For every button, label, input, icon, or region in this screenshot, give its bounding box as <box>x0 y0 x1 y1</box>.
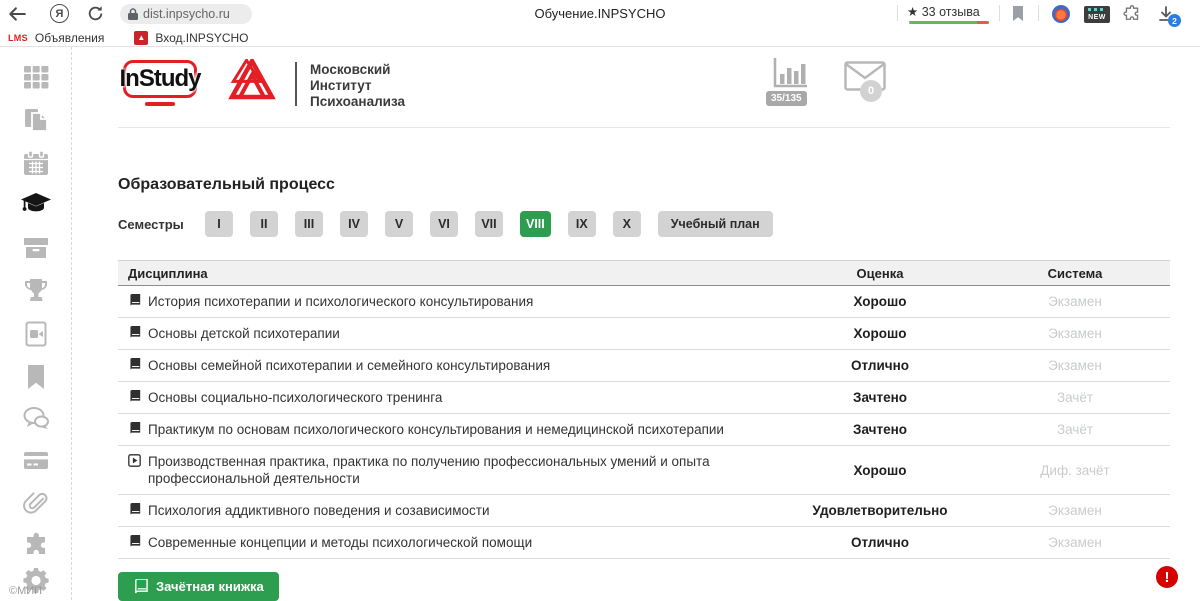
archive-box-icon[interactable] <box>23 235 49 261</box>
puzzle-icon[interactable] <box>23 532 49 558</box>
table-row[interactable]: Основы семейной психотерапии и семейного… <box>118 350 1170 382</box>
footer-copyright: ©МИП <box>9 585 42 597</box>
semester-button-4[interactable]: IV <box>340 211 368 237</box>
calendar-icon[interactable] <box>23 150 49 176</box>
header-bottom-border <box>118 127 1170 128</box>
semesters-label: Семестры <box>118 217 205 232</box>
paperclip-icon[interactable] <box>23 491 49 517</box>
extensions-puzzle-icon[interactable] <box>1122 5 1142 24</box>
system-value: Экзамен <box>980 294 1170 309</box>
instudy-logo[interactable]: InStudy <box>123 60 197 98</box>
downloads-badge: 2 <box>1168 14 1181 27</box>
institute-name: Московский Институт Психоанализа <box>310 62 405 110</box>
table-row[interactable]: История психотерапии и психологического … <box>118 286 1170 318</box>
play-icon <box>128 454 141 467</box>
grades-table: Дисциплина Оценка Система История психот… <box>118 260 1170 559</box>
bookmark-announcements[interactable]: Объявления <box>35 31 104 45</box>
book-icon <box>128 358 141 371</box>
alert-notification-icon[interactable]: ! <box>1156 566 1178 588</box>
chat-icon[interactable] <box>23 406 49 432</box>
semester-button-10[interactable]: X <box>613 211 641 237</box>
system-value: Экзамен <box>980 503 1170 518</box>
semester-button-7[interactable]: VII <box>475 211 503 237</box>
book-icon <box>128 326 141 339</box>
grade-value: Хорошо <box>780 326 980 341</box>
new-extension-icon[interactable]: NEW <box>1084 6 1110 23</box>
table-row[interactable]: Практикум по основам психологического ко… <box>118 414 1170 446</box>
trophy-icon[interactable] <box>23 278 49 304</box>
semester-button-2[interactable]: II <box>250 211 278 237</box>
grade-value: Отлично <box>780 358 980 373</box>
book-icon <box>128 294 141 307</box>
divider <box>1038 5 1039 21</box>
grade-value: Удовлетворительно <box>780 503 980 518</box>
documents-icon[interactable] <box>23 107 49 133</box>
bookmarks-bar: LMS Объявления ▲ Вход.INPSYCHO <box>0 28 1200 47</box>
book-icon <box>128 503 141 516</box>
mip-logo <box>227 59 277 107</box>
sidebar-nav: ©МИП <box>0 47 72 600</box>
curriculum-plan-button[interactable]: Учебный план <box>658 211 773 237</box>
column-discipline: Дисциплина <box>118 265 780 282</box>
table-row[interactable]: Современные концепции и методы психологи… <box>118 527 1170 559</box>
star-icon: ★ <box>907 5 918 19</box>
system-value: Экзамен <box>980 326 1170 341</box>
grade-value: Отлично <box>780 535 980 550</box>
book-icon <box>128 390 141 403</box>
mail-count-badge: 0 <box>860 80 882 102</box>
table-header-row: Дисциплина Оценка Система <box>118 260 1170 286</box>
column-grade: Оценка <box>780 266 980 281</box>
divider <box>897 5 898 21</box>
record-book-button[interactable]: Зачётная книжка <box>118 572 279 601</box>
video-lecture-icon[interactable] <box>23 321 49 347</box>
reviews-rating[interactable]: ★ 33 отзыва <box>907 4 980 19</box>
page-title: Образовательный процесс <box>118 176 1170 194</box>
semester-button-1[interactable]: I <box>205 211 233 237</box>
graduation-cap-icon[interactable] <box>20 191 52 219</box>
semester-button-3[interactable]: III <box>295 211 323 237</box>
browser-chrome: Я dist.inpsycho.ru Обучение.INPSYCHO ★ 3… <box>0 0 1200 47</box>
system-value: Экзамен <box>980 535 1170 550</box>
grade-value: Зачтено <box>780 390 980 405</box>
semester-button-5[interactable]: V <box>385 211 413 237</box>
lms-bookmark-icon: LMS <box>8 33 28 43</box>
progress-stats-icon[interactable] <box>772 57 808 89</box>
system-value: Экзамен <box>980 358 1170 373</box>
grade-value: Хорошо <box>780 294 980 309</box>
system-value: Диф. зачёт <box>980 463 1170 478</box>
grade-value: Зачтено <box>780 422 980 437</box>
book-icon <box>128 535 141 548</box>
grid-apps-icon[interactable] <box>23 64 49 90</box>
bookmark-vhod-inpsycho[interactable]: Вход.INPSYCHO <box>155 31 248 45</box>
site-header: InStudy Московский Институт Психоанализа… <box>72 47 1200 128</box>
grade-value: Хорошо <box>780 463 980 478</box>
extension-color-icon[interactable] <box>1052 5 1070 23</box>
record-book-icon <box>133 579 148 594</box>
semester-switcher: Семестры I II III IV V VI VII VIII IX X … <box>118 211 1170 237</box>
rating-bar <box>909 21 989 24</box>
system-value: Зачёт <box>980 390 1170 405</box>
bookmark-flag-icon[interactable] <box>1012 6 1024 22</box>
semester-button-8-active[interactable]: VIII <box>520 211 551 237</box>
bookmark-icon[interactable] <box>23 364 49 390</box>
payment-card-icon[interactable] <box>23 448 49 474</box>
semester-button-9[interactable]: IX <box>568 211 596 237</box>
header-divider <box>295 62 297 106</box>
main-content: InStudy Московский Институт Психоанализа… <box>72 47 1200 600</box>
instudy-logo-underline <box>145 102 175 106</box>
table-row[interactable]: Психология аддиктивного поведения и соза… <box>118 495 1170 527</box>
divider <box>999 5 1000 21</box>
column-system: Система <box>980 266 1170 281</box>
system-value: Зачёт <box>980 422 1170 437</box>
semester-button-6[interactable]: VI <box>430 211 458 237</box>
table-row[interactable]: Основы социально-психологического тренин… <box>118 382 1170 414</box>
progress-badge: 35/135 <box>766 91 807 106</box>
mip-bookmark-icon: ▲ <box>134 31 148 45</box>
book-icon <box>128 422 141 435</box>
table-row[interactable]: Производственная практика, практика по п… <box>118 446 1170 495</box>
table-row[interactable]: Основы детской психотерапии Хорошо Экзам… <box>118 318 1170 350</box>
